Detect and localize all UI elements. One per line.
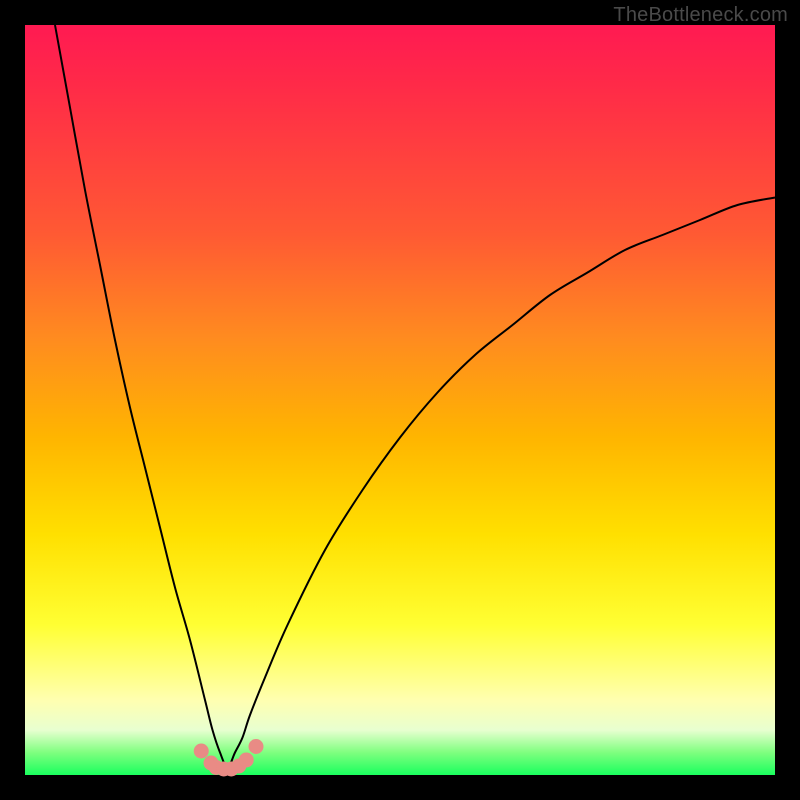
bottleneck-curve <box>25 25 775 775</box>
valley-marker <box>239 753 254 768</box>
plot-area <box>25 25 775 775</box>
chart-frame: TheBottleneck.com <box>0 0 800 800</box>
bottleneck-line <box>55 25 775 768</box>
valley-marker <box>249 739 264 754</box>
valley-marker <box>194 744 209 759</box>
watermark-text: TheBottleneck.com <box>613 4 788 27</box>
